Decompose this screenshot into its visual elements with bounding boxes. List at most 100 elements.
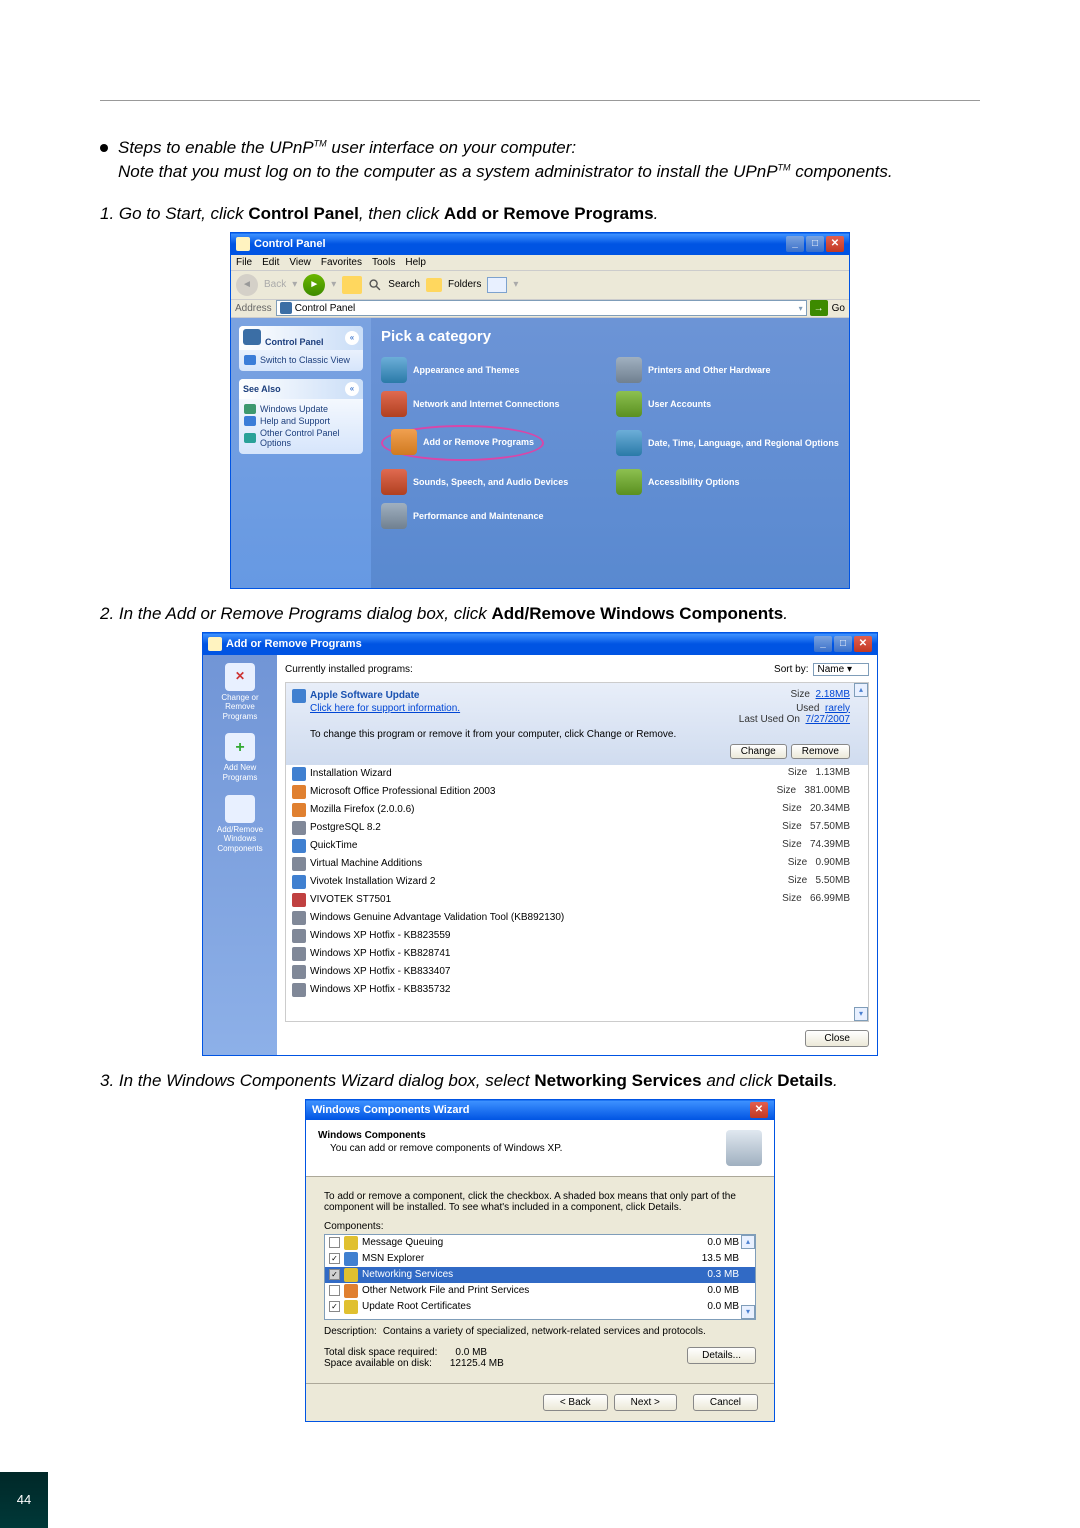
support-link[interactable]: Click here for support information. (310, 703, 460, 714)
component-row[interactable]: ✓MSN Explorer13.5 MB (325, 1251, 755, 1267)
program-row[interactable]: Windows XP Hotfix - KB828741 (286, 945, 868, 963)
collapse-icon[interactable]: « (345, 382, 359, 396)
program-row[interactable]: Windows XP Hotfix - KB823559 (286, 927, 868, 945)
cat-sounds[interactable]: Sounds, Speech, and Audio Devices (381, 469, 604, 495)
back-label: Back (264, 279, 286, 290)
menu-view[interactable]: View (289, 257, 311, 268)
menu-edit[interactable]: Edit (262, 257, 279, 268)
windows-update-link[interactable]: Windows Update (244, 403, 358, 415)
add-remove-components-btn[interactable]: Add/Remove Windows Components (207, 795, 273, 854)
back-button[interactable]: ◄ (236, 274, 258, 296)
program-icon (292, 911, 306, 925)
cat-date[interactable]: Date, Time, Language, and Regional Optio… (616, 425, 839, 461)
program-row[interactable]: VIVOTEK ST7501Size 66.99MB (286, 891, 868, 909)
collapse-icon[interactable]: « (345, 331, 359, 345)
scroll-down[interactable]: ▾ (854, 1007, 868, 1021)
cat-add-remove[interactable]: Add or Remove Programs (391, 429, 534, 455)
window-title: Control Panel (254, 238, 786, 250)
details-button[interactable]: Details... (687, 1347, 756, 1364)
program-row[interactable]: Vivotek Installation Wizard 2Size 5.50MB (286, 873, 868, 891)
minimize-button[interactable]: _ (786, 236, 804, 252)
program-list: ▴ Apple Software Update Size 2.18MB Clic… (285, 682, 869, 1022)
up-icon[interactable] (342, 276, 362, 294)
globe-icon (244, 404, 256, 414)
arp-sidebar: Change or Remove Programs Add New Progra… (203, 655, 277, 1055)
views-icon[interactable] (487, 277, 507, 293)
program-row[interactable]: PostgreSQL 8.2Size 57.50MB (286, 819, 868, 837)
other-options-link[interactable]: Other Control Panel Options (244, 427, 358, 449)
folders-label[interactable]: Folders (448, 279, 481, 290)
components-list: Message Queuing0.0 MB✓MSN Explorer13.5 M… (324, 1234, 756, 1320)
help-support-link[interactable]: Help and Support (244, 415, 358, 427)
arrow-icon (244, 355, 256, 365)
component-row[interactable]: ✓Update Root Certificates0.0 MB (325, 1299, 755, 1315)
menu-help[interactable]: Help (405, 257, 426, 268)
search-label[interactable]: Search (388, 279, 420, 290)
forward-button[interactable]: ► (303, 274, 325, 296)
next-button[interactable]: Next > (614, 1394, 677, 1411)
dropdown-icon[interactable]: ▾ (799, 304, 803, 313)
selected-program[interactable]: Apple Software Update Size 2.18MB Click … (286, 683, 868, 765)
checkbox[interactable] (329, 1285, 340, 1296)
program-row[interactable]: Windows Genuine Advantage Validation Too… (286, 909, 868, 927)
accessibility-icon (616, 469, 642, 495)
menubar: File Edit View Favorites Tools Help (231, 255, 849, 271)
menu-favorites[interactable]: Favorites (321, 257, 362, 268)
minimize-button[interactable]: _ (814, 636, 832, 652)
cancel-button[interactable]: Cancel (693, 1394, 758, 1411)
speaker-icon (381, 469, 407, 495)
go-button[interactable]: → (810, 300, 828, 316)
step-2: 2. In the Add or Remove Programs dialog … (100, 604, 980, 624)
program-icon (292, 821, 306, 835)
program-row[interactable]: Windows XP Hotfix - KB833407 (286, 963, 868, 981)
remove-button[interactable]: Remove (791, 744, 850, 759)
cat-accessibility[interactable]: Accessibility Options (616, 469, 839, 495)
close-button[interactable]: ✕ (854, 636, 872, 652)
maximize-button[interactable]: □ (834, 636, 852, 652)
component-row[interactable]: Other Network File and Print Services0.0… (325, 1283, 755, 1299)
component-row[interactable]: Message Queuing0.0 MB (325, 1235, 755, 1251)
change-button[interactable]: Change (730, 744, 787, 759)
components-icon (225, 795, 255, 823)
program-row[interactable]: Installation WizardSize 1.13MB (286, 765, 868, 783)
component-row[interactable]: ✓Networking Services0.3 MB (325, 1267, 755, 1283)
change-remove-btn[interactable]: Change or Remove Programs (207, 663, 273, 722)
program-row[interactable]: Windows XP Hotfix - KB835732 (286, 981, 868, 999)
scroll-up[interactable]: ▴ (854, 683, 868, 697)
cp-side-icon (243, 329, 261, 345)
add-new-btn[interactable]: Add New Programs (207, 733, 273, 782)
program-icon (292, 965, 306, 979)
checkbox[interactable]: ✓ (329, 1301, 340, 1312)
cat-users[interactable]: User Accounts (616, 391, 839, 417)
checkbox[interactable]: ✓ (329, 1269, 340, 1280)
checkbox[interactable] (329, 1237, 340, 1248)
sort-select[interactable]: Name ▾ (813, 663, 870, 676)
wizard-title: Windows Components (318, 1130, 726, 1141)
close-button[interactable]: ✕ (750, 1102, 768, 1118)
program-icon (292, 947, 306, 961)
menu-tools[interactable]: Tools (372, 257, 395, 268)
scroll-down[interactable]: ▾ (741, 1305, 755, 1319)
close-button[interactable]: ✕ (826, 236, 844, 252)
address-input[interactable]: Control Panel ▾ (276, 300, 807, 316)
program-icon (292, 689, 306, 703)
sidebar: Control Panel« Switch to Classic View Se… (231, 318, 371, 588)
switch-view-link[interactable]: Switch to Classic View (244, 354, 358, 366)
globe-icon (616, 430, 642, 456)
cat-appearance[interactable]: Appearance and Themes (381, 357, 604, 383)
folders-icon (426, 278, 442, 292)
scroll-up[interactable]: ▴ (741, 1235, 755, 1249)
cat-performance[interactable]: Performance and Maintenance (381, 503, 604, 529)
menu-file[interactable]: File (236, 257, 252, 268)
wizard-icon (726, 1130, 762, 1166)
close-button[interactable]: Close (805, 1030, 869, 1047)
back-button[interactable]: < Back (543, 1394, 608, 1411)
cat-printers[interactable]: Printers and Other Hardware (616, 357, 839, 383)
program-row[interactable]: Mozilla Firefox (2.0.0.6)Size 20.34MB (286, 801, 868, 819)
maximize-button[interactable]: □ (806, 236, 824, 252)
program-row[interactable]: QuickTimeSize 74.39MB (286, 837, 868, 855)
program-row[interactable]: Microsoft Office Professional Edition 20… (286, 783, 868, 801)
cat-network[interactable]: Network and Internet Connections (381, 391, 604, 417)
checkbox[interactable]: ✓ (329, 1253, 340, 1264)
program-row[interactable]: Virtual Machine AdditionsSize 0.90MB (286, 855, 868, 873)
